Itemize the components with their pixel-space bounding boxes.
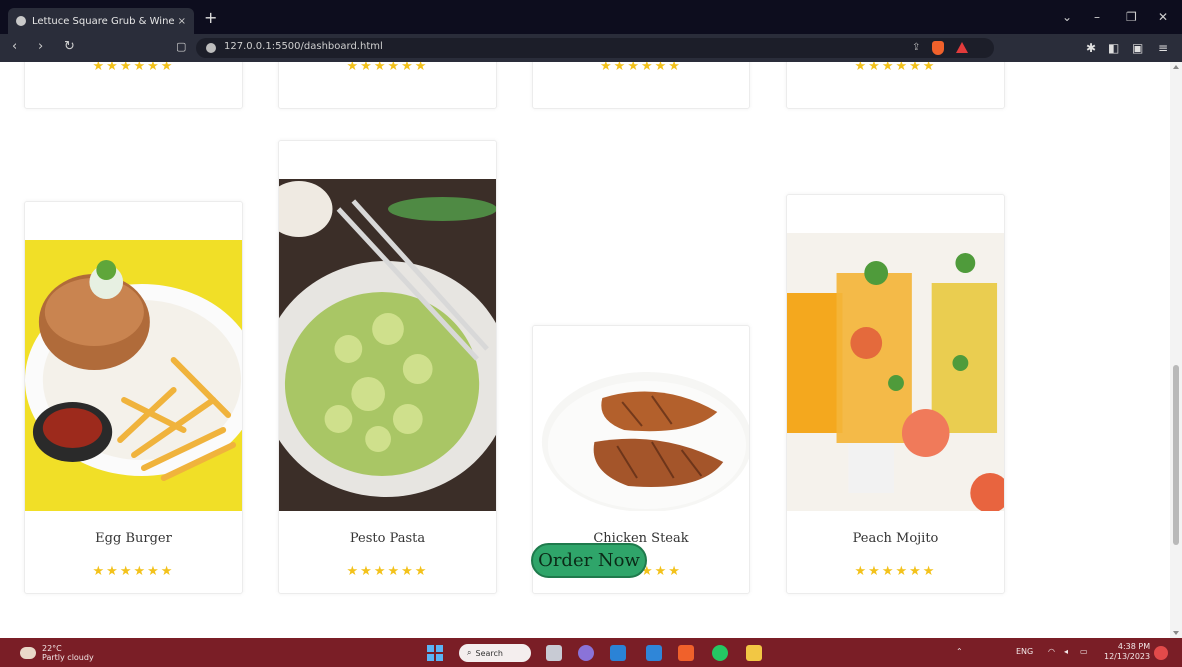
taskbar-search[interactable]: ⌕ Search — [459, 644, 531, 662]
menu-card-top[interactable]: ★★★★★★ — [24, 62, 243, 109]
search-placeholder: Search — [475, 648, 503, 658]
order-now-button[interactable]: Order Now — [531, 543, 647, 578]
extensions-icon[interactable]: ✱ — [1086, 41, 1096, 55]
pesto-pasta-image — [279, 179, 496, 511]
share-icon[interactable]: ⇪ — [912, 42, 920, 53]
clock-time: 4:38 PM — [1117, 642, 1151, 651]
weather-widget[interactable]: 22°C Partly cloudy — [20, 644, 94, 662]
tab-title: Lettuce Square Grub & Wine — [32, 15, 175, 27]
browser-tab-bar: Lettuce Square Grub & Wine × + ⌄ – ❐ ✕ — [0, 0, 1182, 34]
item-name: Pesto Pasta — [349, 531, 426, 546]
whatsapp-icon[interactable] — [712, 645, 728, 661]
scroll-up-icon[interactable] — [1173, 65, 1179, 69]
brave-browser-icon[interactable] — [678, 645, 694, 661]
tab-search-icon[interactable]: ⌄ — [1062, 10, 1072, 24]
url-field[interactable]: 127.0.0.1:5500/dashboard.html ⇪ — [196, 38, 994, 58]
menu-card-top[interactable]: ★★★★★★ — [278, 62, 497, 109]
url-text[interactable]: 127.0.0.1:5500/dashboard.html — [224, 41, 383, 52]
file-explorer-icon[interactable] — [746, 645, 762, 661]
rating-stars: ★★★★★★ — [346, 564, 429, 579]
notification-icon[interactable] — [1154, 646, 1168, 660]
rating-stars: ★★★★★★ — [854, 564, 937, 579]
menu-card-top[interactable]: ★★★★★★ — [786, 62, 1005, 109]
weather-icon — [20, 647, 36, 659]
tab-close-icon[interactable]: × — [178, 16, 186, 27]
start-icon[interactable] — [427, 645, 443, 661]
egg-burger-image — [25, 240, 242, 511]
address-bar-row: ‹ › ↻ ▢ 127.0.0.1:5500/dashboard.html ⇪ … — [0, 34, 1182, 62]
chicken-steak-image — [533, 350, 749, 511]
menu-card-peach-mojito[interactable]: Peach Mojito ★★★★★★ — [786, 194, 1005, 594]
rating-stars: ★★★★★★ — [600, 62, 682, 74]
item-name: Peach Mojito — [852, 531, 939, 546]
scroll-down-icon[interactable] — [1173, 631, 1179, 635]
scrollbar-thumb[interactable] — [1173, 365, 1179, 545]
rating-stars: ★★★★★★ — [92, 62, 175, 74]
chat-icon[interactable] — [578, 645, 594, 661]
wifi-icon[interactable]: ◠ — [1048, 647, 1055, 656]
brave-rewards-icon[interactable] — [956, 42, 968, 53]
clock[interactable]: 4:38 PM 12/13/2023 — [1104, 642, 1150, 662]
forward-button[interactable]: › — [38, 40, 43, 54]
menu-icon[interactable]: ≡ — [1158, 41, 1168, 55]
bookmark-icon[interactable]: ▢ — [176, 40, 186, 54]
wallet-icon[interactable]: ▣ — [1132, 41, 1143, 55]
input-language[interactable]: ENG — [1016, 647, 1033, 656]
clock-date: 12/13/2023 — [1104, 652, 1151, 661]
store-icon[interactable] — [646, 645, 662, 661]
volume-icon[interactable]: ◂ — [1064, 647, 1068, 656]
back-button[interactable]: ‹ — [12, 40, 17, 54]
weather-desc: Partly cloudy — [42, 653, 94, 662]
reload-button[interactable]: ↻ — [64, 40, 75, 54]
rating-stars: ★★★★★★ — [854, 62, 937, 74]
close-window-button[interactable]: ✕ — [1158, 10, 1168, 24]
task-view-icon[interactable] — [546, 645, 562, 661]
tray-chevron-icon[interactable]: ⌃ — [956, 647, 963, 656]
item-name: Egg Burger — [95, 531, 172, 546]
weather-temp: 22°C — [42, 644, 62, 653]
browser-tab[interactable]: Lettuce Square Grub & Wine × — [8, 8, 194, 34]
maximize-button[interactable]: ❐ — [1126, 10, 1137, 24]
menu-card-pesto-pasta[interactable]: Pesto Pasta ★★★★★★ — [278, 140, 497, 594]
battery-icon[interactable]: ▭ — [1080, 647, 1088, 656]
peach-mojito-image — [787, 233, 1004, 511]
page-scrollbar[interactable] — [1170, 62, 1182, 638]
menu-card-top[interactable]: ★★★★★★ — [532, 62, 750, 109]
site-info-icon[interactable] — [206, 43, 216, 53]
search-icon: ⌕ — [467, 648, 472, 657]
rating-stars: ★★★★★★ — [92, 564, 175, 579]
new-tab-button[interactable]: + — [204, 10, 217, 26]
minimize-button[interactable]: – — [1094, 10, 1100, 24]
rating-stars: ★★★★★★ — [346, 62, 429, 74]
brave-shield-icon[interactable] — [932, 41, 944, 55]
site-favicon-icon — [16, 16, 26, 26]
windows-taskbar: 22°C Partly cloudy ⌕ Search ⌃ ENG ◠ ◂ ▭ … — [0, 638, 1182, 667]
menu-card-egg-burger[interactable]: Egg Burger ★★★★★★ — [24, 201, 243, 594]
vscode-icon[interactable] — [610, 645, 626, 661]
sidebar-icon[interactable]: ◧ — [1108, 41, 1119, 55]
